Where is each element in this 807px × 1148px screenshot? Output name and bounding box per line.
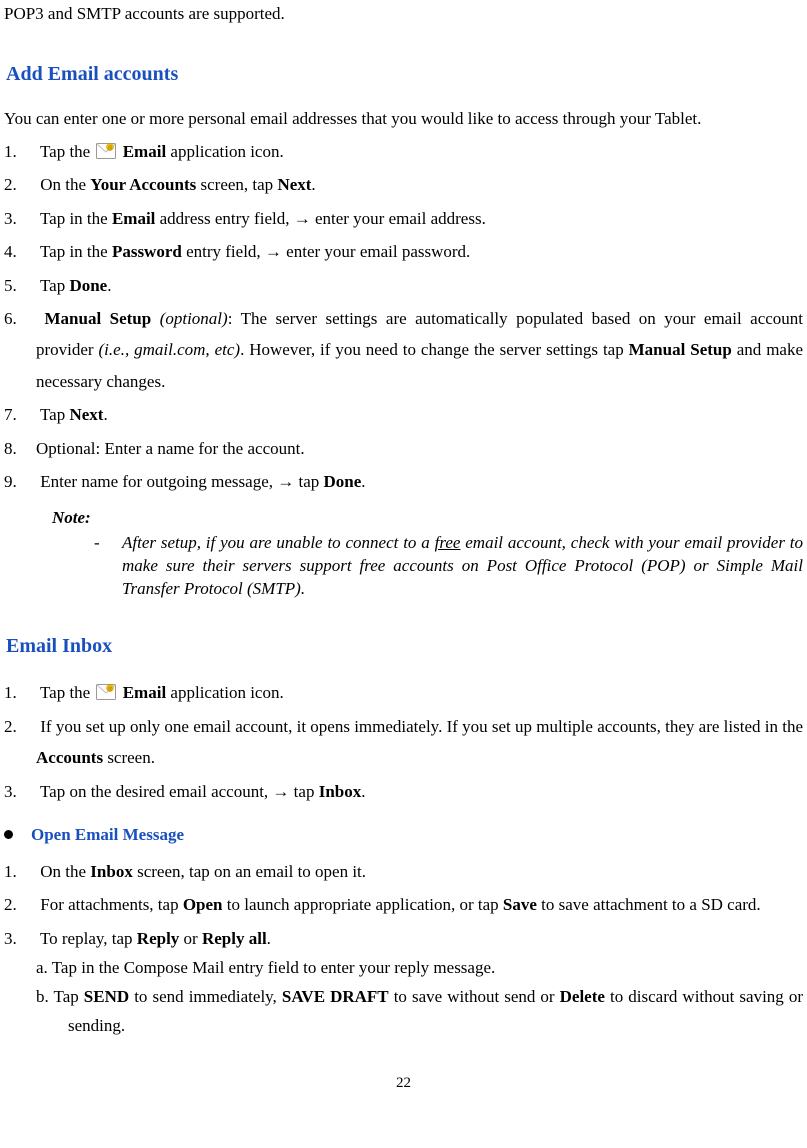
email-icon — [96, 143, 116, 159]
step: Tap in the Password entry field, → enter… — [4, 236, 803, 267]
step: On the Your Accounts screen, tap Next. — [4, 169, 803, 200]
intro-text: POP3 and SMTP accounts are supported. — [4, 0, 803, 29]
step: Manual Setup (optional): The server sett… — [4, 303, 803, 397]
step: If you set up only one email account, it… — [4, 711, 803, 774]
step: Tap the Email application icon. — [4, 136, 803, 167]
open-email-message-heading: Open Email Message — [4, 821, 803, 850]
note-body: -After setup, if you are unable to conne… — [122, 532, 803, 601]
section-email-inbox: Email Inbox — [6, 629, 803, 663]
open-email-steps: On the Inbox screen, tap on an email to … — [4, 856, 803, 1041]
step: Tap in the Email address entry field, → … — [4, 203, 803, 234]
bullet-icon — [4, 830, 13, 839]
substep-a: a. Tap in the Compose Mail entry field t… — [68, 954, 803, 983]
email-icon — [96, 684, 116, 700]
section1-intro: You can enter one or more personal email… — [4, 105, 803, 134]
step: On the Inbox screen, tap on an email to … — [4, 856, 803, 887]
note-block: Note: -After setup, if you are unable to… — [52, 504, 803, 602]
section-add-email-accounts: Add Email accounts — [6, 57, 803, 91]
step: Tap Next. — [4, 399, 803, 430]
page-number: 22 — [4, 1071, 803, 1097]
section1-steps: Tap the Email application icon. On the Y… — [4, 136, 803, 498]
step: To replay, tap Reply or Reply all. a. Ta… — [4, 923, 803, 1041]
substep-b: b. Tap SEND to send immediately, SAVE DR… — [68, 983, 803, 1041]
step: Tap on the desired email account, → tap … — [4, 776, 803, 807]
step: Enter name for outgoing message, → tap D… — [4, 466, 803, 497]
section2-steps: Tap the Email application icon. If you s… — [4, 677, 803, 807]
step: For attachments, tap Open to launch appr… — [4, 889, 803, 920]
step: Tap the Email application icon. — [4, 677, 803, 708]
step: Optional: Enter a name for the account. — [4, 433, 803, 464]
note-label: Note: — [52, 504, 803, 533]
step: Tap Done. — [4, 270, 803, 301]
